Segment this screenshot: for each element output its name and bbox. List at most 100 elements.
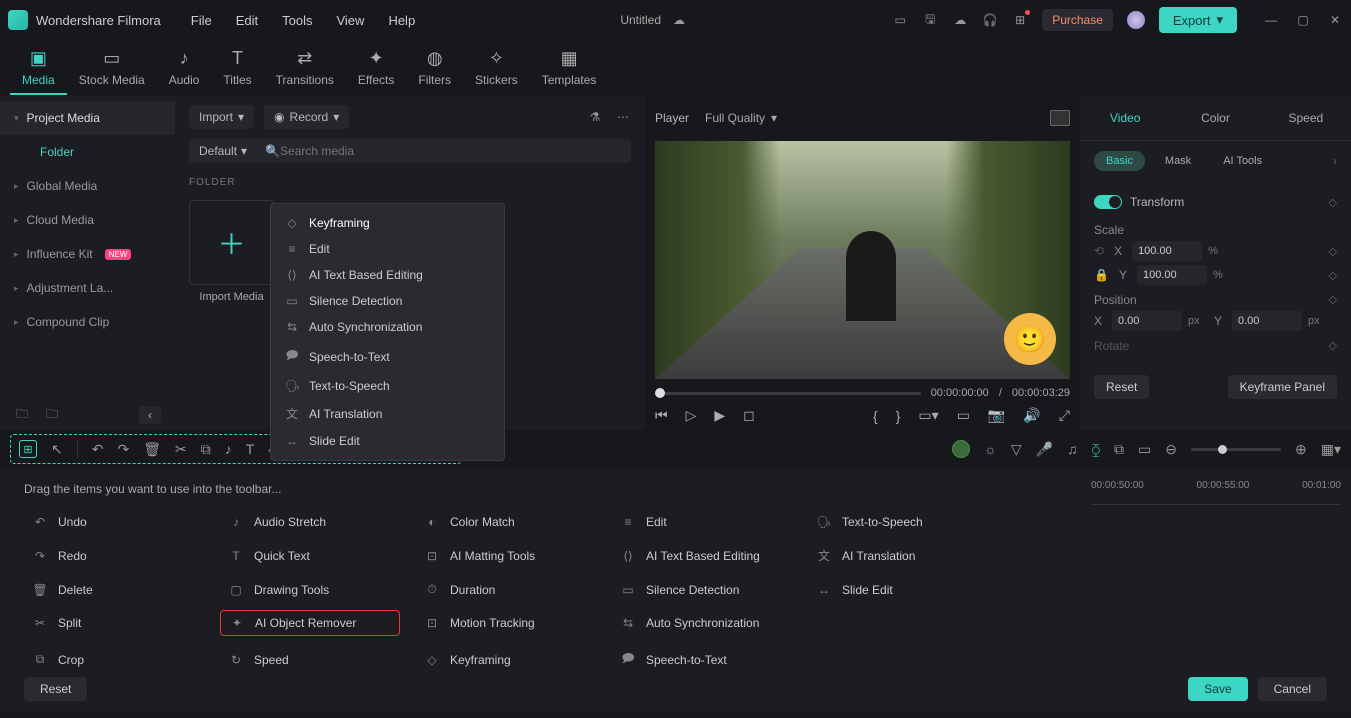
marker-icon[interactable]: ▽ <box>1011 441 1022 458</box>
avatar[interactable] <box>1127 11 1145 29</box>
screen-icon[interactable]: ▭ <box>892 12 908 28</box>
ctx-edit[interactable]: ≡Edit <box>271 236 504 262</box>
tab-transitions[interactable]: ⇄Transitions <box>264 42 346 95</box>
tab-audio[interactable]: ♪Audio <box>157 42 212 95</box>
reset-button[interactable]: Reset <box>1094 375 1149 399</box>
sub-mask[interactable]: Mask <box>1153 151 1203 171</box>
link-icon[interactable]: ⟲ <box>1094 244 1104 258</box>
zoom-slider[interactable] <box>1191 448 1281 451</box>
import-media-thumb[interactable]: ＋ <box>189 200 274 285</box>
menu-file[interactable]: File <box>191 13 212 28</box>
audio-stretch-icon[interactable]: ♪ <box>225 441 232 457</box>
tab-effects[interactable]: ✦Effects <box>346 42 406 95</box>
export-button[interactable]: Export▾ <box>1159 7 1237 33</box>
display-icon[interactable]: ▭ <box>957 407 970 424</box>
prop-tab-color[interactable]: Color <box>1170 95 1260 140</box>
cust-item-edit[interactable]: ≡Edit <box>612 510 792 534</box>
mark-out-icon[interactable]: } <box>896 408 901 424</box>
menu-tools[interactable]: Tools <box>282 13 312 28</box>
prop-tab-video[interactable]: Video <box>1080 95 1170 140</box>
customize-reset-button[interactable]: Reset <box>24 677 87 701</box>
ctx-text-to-speech[interactable]: 🗣Text-to-Speech <box>271 373 504 399</box>
volume-icon[interactable]: 🔊 <box>1023 407 1040 424</box>
pointer-icon[interactable]: ↖ <box>51 441 63 458</box>
ctx-silence-detection[interactable]: ▭Silence Detection <box>271 288 504 314</box>
scale-y-input[interactable] <box>1137 265 1207 285</box>
minimize-icon[interactable]: — <box>1263 12 1279 28</box>
snapshot-icon[interactable] <box>1050 110 1070 126</box>
customize-cancel-button[interactable]: Cancel <box>1258 677 1327 701</box>
mixer-icon[interactable]: ♫ <box>1067 441 1078 457</box>
more-icon[interactable]: ⋯ <box>615 109 631 125</box>
undo-icon[interactable]: ↶ <box>92 441 104 458</box>
cust-item-motion-tracking[interactable]: ⊡Motion Tracking <box>416 610 596 636</box>
sub-ai-tools[interactable]: AI Tools <box>1211 151 1274 171</box>
save-icon[interactable]: 🖫 <box>922 12 938 28</box>
record-button[interactable]: ◉Record▾ <box>264 105 349 129</box>
cust-item-ai-text-based-editing[interactable]: ⟨⟩AI Text Based Editing <box>612 542 792 569</box>
cc-icon[interactable]: ▭ <box>1138 441 1151 458</box>
tab-stickers[interactable]: ✧Stickers <box>463 42 530 95</box>
search-box[interactable]: 🔍 <box>257 139 631 163</box>
cust-item-crop[interactable]: ⧉Crop <box>24 644 204 675</box>
tab-filters[interactable]: ◍Filters <box>406 42 463 95</box>
tab-titles[interactable]: TTitles <box>211 42 263 95</box>
cust-item-audio-stretch[interactable]: ♪Audio Stretch <box>220 510 400 534</box>
tab-media[interactable]: ▣Media <box>10 42 67 95</box>
prev-frame-icon[interactable]: ⏮ <box>655 407 668 424</box>
menu-help[interactable]: Help <box>388 13 415 28</box>
cust-item-duration[interactable]: ⏱Duration <box>416 577 596 602</box>
mic-icon[interactable]: 🎤 <box>1036 441 1053 458</box>
link-icon[interactable]: ⧉ <box>1114 441 1124 458</box>
ctx-speech-to-text[interactable]: 🗩Speech-to-Text <box>271 340 504 373</box>
cust-item-speed[interactable]: ↻Speed <box>220 644 400 675</box>
dim-icon[interactable]: ☼ <box>984 441 997 457</box>
fullscreen-icon[interactable]: ⤢ <box>1059 407 1070 424</box>
cust-item-redo[interactable]: ↷Redo <box>24 542 204 569</box>
new-bin-icon[interactable]: 🗀 <box>44 407 60 423</box>
ratio-icon[interactable]: ▭▾ <box>918 407 938 424</box>
cloud-sync-icon[interactable]: ☁ <box>671 12 687 28</box>
ctx-ai-translation[interactable]: 文AI Translation <box>271 399 504 428</box>
cust-item-ai-object-remover[interactable]: ✦AI Object Remover <box>220 610 400 636</box>
scrub-bar[interactable] <box>655 392 921 395</box>
scale-x-input[interactable] <box>1132 241 1202 261</box>
prop-tab-speed[interactable]: Speed <box>1261 95 1351 140</box>
transform-toggle[interactable] <box>1094 195 1122 209</box>
new-folder-icon[interactable]: 🗀 <box>14 407 30 423</box>
view-mode-icon[interactable]: ▦▾ <box>1321 441 1341 458</box>
tab-templates[interactable]: ▦Templates <box>530 42 609 95</box>
toolbar-grid-button[interactable]: ⊞ <box>19 440 37 458</box>
ctx-auto-sync[interactable]: ⇆Auto Synchronization <box>271 314 504 340</box>
lock-icon[interactable]: 🔒 <box>1094 268 1109 282</box>
cust-item-color-match[interactable]: ◐Color Match <box>416 510 596 534</box>
sub-more-icon[interactable]: › <box>1333 154 1337 168</box>
pos-x-input[interactable] <box>1112 311 1182 331</box>
split-icon[interactable]: ✂ <box>175 441 187 458</box>
collapse-sidebar-button[interactable]: ‹ <box>139 406 161 424</box>
cust-item-silence-detection[interactable]: ▭Silence Detection <box>612 577 792 602</box>
keyframe-diamond-icon[interactable]: ◇ <box>1329 196 1337 209</box>
keyframe-panel-button[interactable]: Keyframe Panel <box>1228 375 1337 399</box>
mark-in-icon[interactable]: { <box>873 408 878 424</box>
cust-item-undo[interactable]: ↶Undo <box>24 510 204 534</box>
sidebar-folder[interactable]: Folder <box>0 135 175 169</box>
keyframe-diamond-icon[interactable]: ◇ <box>1329 293 1337 307</box>
text-icon[interactable]: T <box>246 441 255 457</box>
magnet-icon[interactable]: ⧲ <box>1092 441 1100 458</box>
preview-video[interactable]: 🙂 <box>655 141 1070 379</box>
ctx-keyframing[interactable]: ◇Keyframing <box>271 210 504 236</box>
tab-stock-media[interactable]: ▭Stock Media <box>67 42 157 95</box>
quality-dropdown[interactable]: Full Quality▾ <box>705 111 777 125</box>
cloud-icon[interactable]: ☁ <box>952 12 968 28</box>
sidebar-item-adjustment-layer[interactable]: ▸Adjustment La... <box>0 271 175 305</box>
zoom-in-icon[interactable]: ⊕ <box>1295 441 1307 458</box>
stop-icon[interactable]: ◻ <box>743 407 755 424</box>
cust-item-delete[interactable]: 🗑Delete <box>24 577 204 602</box>
cust-item-ai-matting-tools[interactable]: ⊡AI Matting Tools <box>416 542 596 569</box>
cust-item-auto-synchronization[interactable]: ⇆Auto Synchronization <box>612 610 792 636</box>
import-button[interactable]: Import▾ <box>189 105 254 129</box>
keyframe-diamond-icon[interactable]: ◇ <box>1329 269 1337 282</box>
customize-save-button[interactable]: Save <box>1188 677 1247 701</box>
purchase-button[interactable]: Purchase <box>1042 9 1113 31</box>
